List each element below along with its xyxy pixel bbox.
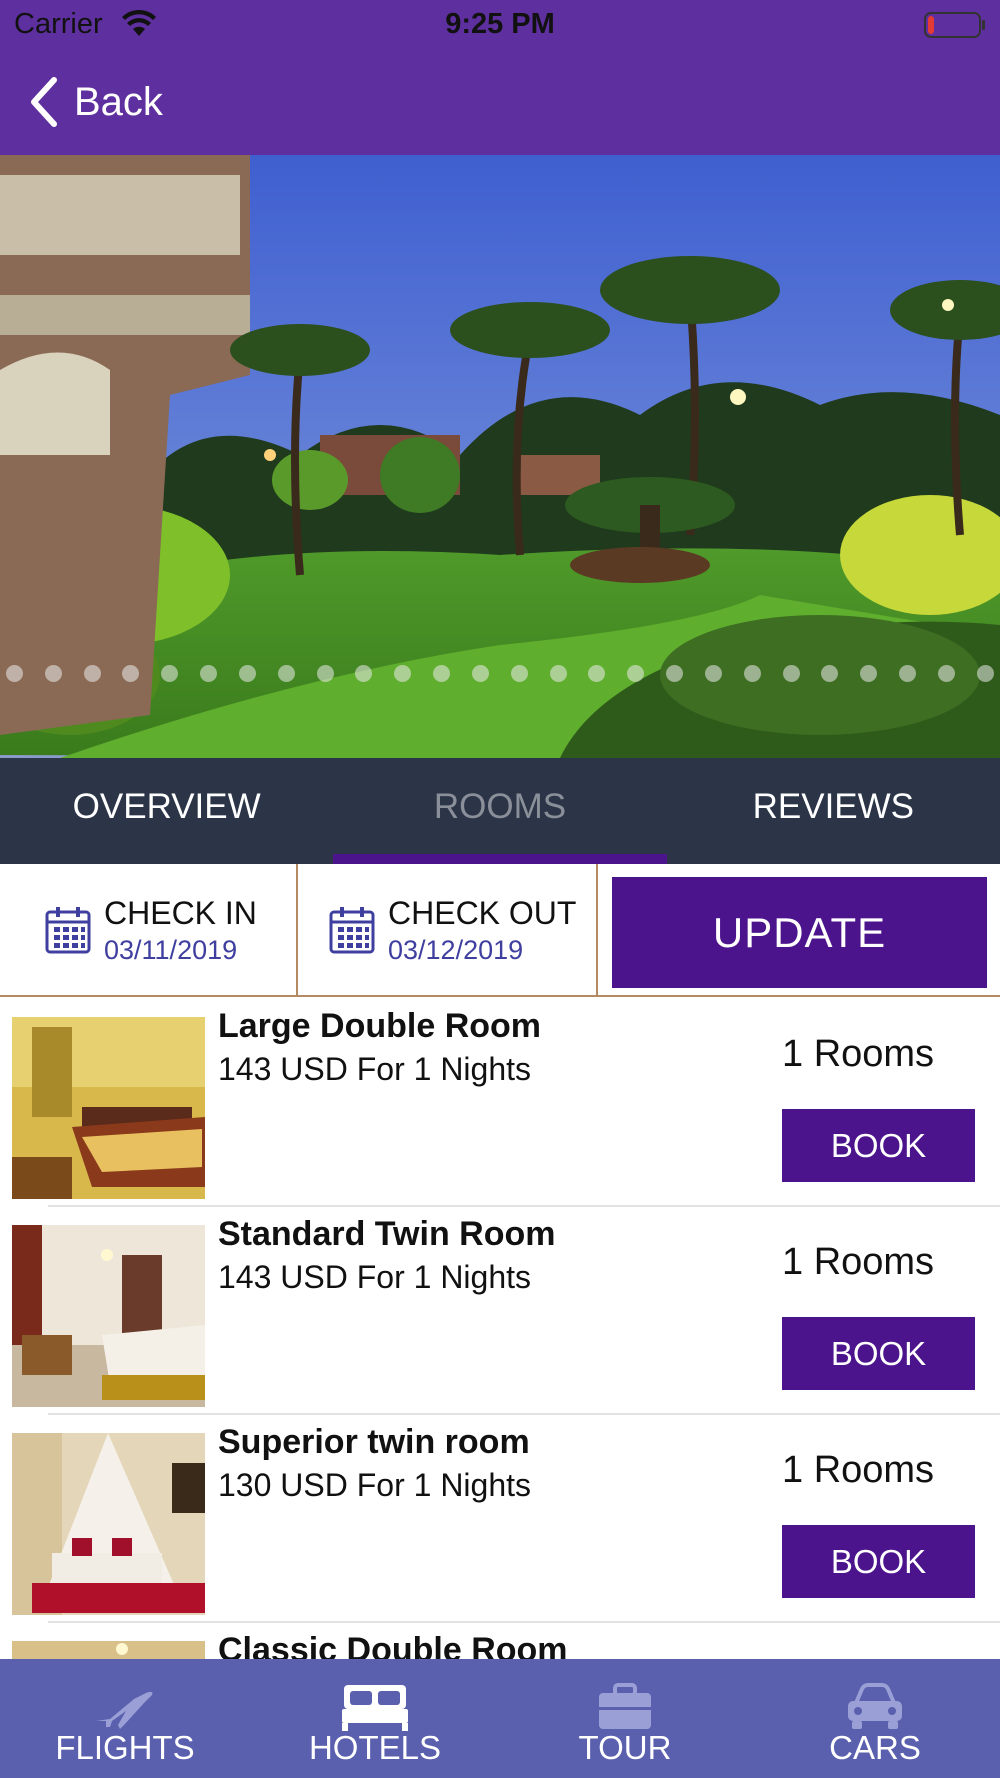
hotel-detail-tabs: OVERVIEW ROOMS REVIEWS xyxy=(0,758,1000,864)
check-in-picker[interactable]: CHECK IN 03/11/2019 xyxy=(0,864,298,995)
date-selector: CHECK IN 03/11/2019 CHECK OUT 03/12/2019… xyxy=(0,864,1000,997)
gallery-dot[interactable] xyxy=(122,664,140,682)
tab-reviews-label: REVIEWS xyxy=(752,787,915,826)
tab-reviews[interactable]: REVIEWS xyxy=(667,758,1000,864)
calendar-icon xyxy=(329,906,375,953)
gallery-dot[interactable] xyxy=(433,664,451,682)
gallery-dot[interactable] xyxy=(355,664,373,682)
tab-flights-label: FLIGHTS xyxy=(55,1729,195,1766)
check-in-date: 03/11/2019 xyxy=(104,934,238,965)
gallery-dot[interactable] xyxy=(899,664,917,682)
bottom-tab-bar: FLIGHTS HOTELS TOUR CARS xyxy=(0,1659,1000,1778)
bed-icon xyxy=(342,1685,408,1731)
tab-overview-label: OVERVIEW xyxy=(72,787,261,826)
tab-cars[interactable]: CARS xyxy=(750,1659,1000,1778)
tab-tour[interactable]: TOUR xyxy=(500,1659,750,1778)
gallery-dot[interactable] xyxy=(704,664,722,682)
airplane-icon xyxy=(96,1691,153,1729)
status-bar: Carrier 9:25 PM xyxy=(0,0,1000,50)
room-photo xyxy=(12,1641,205,1659)
room-list-item[interactable]: Large Double Room 143 USD For 1 Nights 1… xyxy=(0,999,1000,1207)
gallery-dot[interactable] xyxy=(161,664,179,682)
gallery-dot[interactable] xyxy=(743,664,761,682)
room-price: 130 USD For 1 Nights xyxy=(218,1467,532,1503)
room-name: Superior twin room xyxy=(218,1423,530,1461)
room-price: 143 USD For 1 Nights xyxy=(218,1259,532,1295)
book-button[interactable]: BOOK xyxy=(782,1109,975,1182)
gallery-dot[interactable] xyxy=(782,664,800,682)
gallery-dot[interactable] xyxy=(238,664,256,682)
tab-hotels[interactable]: HOTELS xyxy=(250,1659,500,1778)
back-label: Back xyxy=(74,79,163,124)
room-price: 143 USD For 1 Nights xyxy=(218,1051,532,1087)
gallery-dot[interactable] xyxy=(588,664,606,682)
gallery-dot[interactable] xyxy=(316,664,334,682)
check-out-picker[interactable]: CHECK OUT 03/12/2019 xyxy=(298,864,598,995)
gallery-dot[interactable] xyxy=(277,664,295,682)
gallery-page-indicator[interactable] xyxy=(0,658,1000,688)
calendar-icon xyxy=(45,906,91,953)
check-out-label: CHECK OUT xyxy=(388,894,577,931)
room-name: Classic Double Room xyxy=(218,1631,568,1659)
tab-overview[interactable]: OVERVIEW xyxy=(0,758,333,864)
tab-cars-label: CARS xyxy=(829,1729,921,1766)
tab-hotels-label: HOTELS xyxy=(308,1729,442,1766)
room-count: 1 Rooms xyxy=(782,1241,935,1283)
tab-tour-label: TOUR xyxy=(578,1729,672,1766)
gallery-dot[interactable] xyxy=(394,664,412,682)
car-icon xyxy=(848,1683,902,1729)
room-name: Large Double Room xyxy=(218,1007,542,1045)
gallery-dot[interactable] xyxy=(6,664,23,682)
gallery-dot[interactable] xyxy=(471,664,489,682)
check-in-label: CHECK IN xyxy=(104,894,257,931)
book-button[interactable]: BOOK xyxy=(782,1525,975,1598)
active-tab-indicator xyxy=(333,854,667,864)
gallery-dot[interactable] xyxy=(44,664,62,682)
chevron-left-icon xyxy=(31,77,57,127)
room-list-item[interactable]: Classic Double Room xyxy=(0,1623,1000,1659)
room-photo xyxy=(12,1017,205,1199)
back-button[interactable]: Back xyxy=(28,74,163,130)
tab-rooms[interactable]: ROOMS xyxy=(333,758,667,864)
gallery-dot[interactable] xyxy=(627,664,645,682)
gallery-dot[interactable] xyxy=(821,664,839,682)
gallery-dot[interactable] xyxy=(937,664,955,682)
update-button[interactable]: UPDATE xyxy=(612,877,987,988)
gallery-dot[interactable] xyxy=(976,664,994,682)
room-photo xyxy=(12,1225,205,1407)
navigation-bar: Back xyxy=(0,50,1000,155)
check-out-date: 03/12/2019 xyxy=(388,934,524,965)
room-photo xyxy=(12,1433,205,1615)
book-button[interactable]: BOOK xyxy=(782,1317,975,1390)
room-list-item[interactable]: Standard Twin Room 143 USD For 1 Nights … xyxy=(0,1207,1000,1415)
gallery-dot[interactable] xyxy=(510,664,528,682)
tab-rooms-label: ROOMS xyxy=(433,787,567,826)
room-list-item[interactable]: Superior twin room 130 USD For 1 Nights … xyxy=(0,1415,1000,1623)
gallery-dot[interactable] xyxy=(666,664,684,682)
gallery-dot[interactable] xyxy=(83,664,101,682)
gallery-dot[interactable] xyxy=(200,664,218,682)
gallery-dot[interactable] xyxy=(549,664,567,682)
room-list[interactable]: Large Double Room 143 USD For 1 Nights 1… xyxy=(0,999,1000,1659)
hotel-photo-gallery[interactable] xyxy=(0,155,1000,758)
battery-icon xyxy=(924,12,985,38)
tab-flights[interactable]: FLIGHTS xyxy=(0,1659,250,1778)
status-time: 9:25 PM xyxy=(445,8,555,40)
room-name: Standard Twin Room xyxy=(218,1215,556,1253)
gallery-dot[interactable] xyxy=(860,664,878,682)
room-count: 1 Rooms xyxy=(782,1033,935,1075)
room-count: 1 Rooms xyxy=(782,1449,935,1491)
briefcase-icon xyxy=(599,1683,651,1729)
